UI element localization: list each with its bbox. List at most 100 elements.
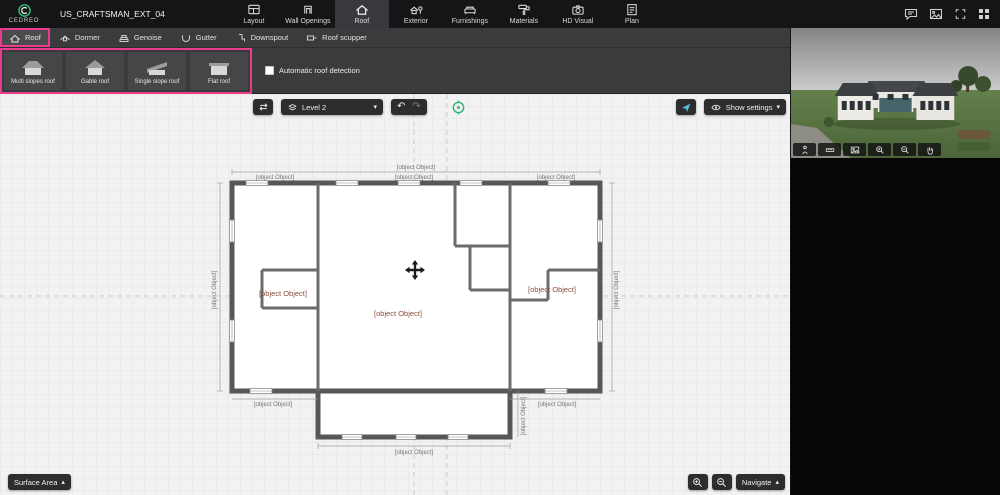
roof-type-label: Flat roof xyxy=(207,79,230,85)
brand-name: CEDREO xyxy=(8,18,40,24)
image-icon xyxy=(929,8,943,20)
ribbon-tab-roof[interactable]: Roof xyxy=(0,28,50,47)
nav-tab-roof[interactable]: Roof xyxy=(334,0,389,28)
exterior-icon xyxy=(409,6,423,15)
roof-type-multi-slopes-button[interactable]: Multi slopes roof xyxy=(4,51,62,90)
nav-tab-layout[interactable]: Layout xyxy=(227,0,281,28)
pan-button[interactable] xyxy=(918,143,941,156)
measure-button[interactable] xyxy=(818,143,841,156)
roof-type-label: Multi slopes roof xyxy=(11,79,55,85)
navigate-dropdown[interactable]: Navigate ▴ xyxy=(735,474,785,490)
canvas-bottom-left: Surface Area ▴ xyxy=(8,472,71,490)
roof-type-gable-button[interactable]: Gable roof xyxy=(66,51,124,90)
area-label: [object Object] xyxy=(528,285,576,294)
nav-tab-exterior[interactable]: Exterior xyxy=(389,0,443,28)
zoom-in-button[interactable] xyxy=(687,474,708,490)
ribbon-tab-gutter[interactable]: Gutter xyxy=(171,28,226,47)
nav-label: Wall Openings xyxy=(285,18,331,25)
viewport-zoom-out-button[interactable] xyxy=(893,143,916,156)
floor-plan[interactable]: [object Object] [object Object] [object … xyxy=(0,94,790,495)
project-name[interactable]: US_CRAFTSMAN_EXT_04 xyxy=(60,9,165,19)
plan-canvas[interactable]: [object Object] [object Object] [object … xyxy=(0,94,790,495)
roof-icon xyxy=(355,5,368,15)
main-nav: Layout Wall Openings Roof Exterior Furni… xyxy=(227,0,659,28)
ribbon-tab-label: Downspout xyxy=(250,33,289,42)
viewport-toolbar xyxy=(793,143,941,156)
dim-label: [object Object] xyxy=(395,175,434,181)
nav-tab-materials[interactable]: Materials xyxy=(497,0,551,28)
level-selector[interactable]: Level 2 ▾ xyxy=(281,99,383,115)
chevron-up-icon: ▴ xyxy=(775,478,779,486)
flat-roof-icon xyxy=(209,63,229,75)
ribbon-tab-label: Dormer xyxy=(74,33,100,42)
multi-slopes-roof-icon xyxy=(22,61,44,75)
roof-type-flat-button[interactable]: Flat roof xyxy=(190,51,248,90)
ribbon-tab-roof-scupper[interactable]: Roof scupper xyxy=(297,28,376,47)
nav-tab-furnishings[interactable]: Furnishings xyxy=(443,0,497,28)
nav-label: Plan xyxy=(624,18,639,25)
zoom-in-icon xyxy=(693,477,703,487)
checkbox[interactable] xyxy=(265,66,274,75)
show-settings-label: Show settings xyxy=(725,102,773,112)
dim-label: [object Object] xyxy=(212,270,218,309)
cedreo-logo[interactable]: CEDREO xyxy=(0,0,48,28)
fullscreen-button[interactable] xyxy=(954,8,967,20)
nav-label: Layout xyxy=(243,18,265,25)
app-window: CEDREO US_CRAFTSMAN_EXT_04 Layout Wall O… xyxy=(0,0,1000,495)
automatic-roof-detection-toggle[interactable]: Automatic roof detection xyxy=(265,66,360,75)
walk-mode-button[interactable] xyxy=(793,143,816,156)
chevron-down-icon: ▾ xyxy=(776,103,780,111)
redo-icon[interactable]: ↷ xyxy=(412,102,420,112)
cedreo-logo-icon xyxy=(17,4,31,17)
ribbon-tab-downspout[interactable]: Downspout xyxy=(226,28,298,47)
zoom-out-icon xyxy=(900,145,909,154)
level-value: Level 2 xyxy=(302,102,327,112)
zoom-out-button[interactable] xyxy=(711,474,732,490)
nav-tab-hd-visual[interactable]: HD Visual xyxy=(551,0,605,28)
undo-redo-group[interactable]: ↶ ↷ xyxy=(391,99,427,115)
dim-label: [object Object] xyxy=(537,175,576,181)
checkbox-label: Automatic roof detection xyxy=(279,66,360,75)
materials-icon xyxy=(518,4,530,15)
camera-viewpoint-button[interactable] xyxy=(675,99,696,115)
wall-openings-icon xyxy=(304,5,312,14)
roof-tool-row: Multi slopes roof Gable roof Single slop… xyxy=(0,47,790,94)
roof-type-single-slope-button[interactable]: Single slope roof xyxy=(128,51,186,90)
viewport-zoom-in-button[interactable] xyxy=(868,143,891,156)
grid-menu-icon xyxy=(979,9,989,19)
undo-icon[interactable]: ↶ xyxy=(397,102,405,112)
gutter-icon xyxy=(181,35,190,42)
area-label: [object Object] xyxy=(374,309,422,318)
ribbon-tab-genoise[interactable]: Genoise xyxy=(109,28,171,47)
screenshot-button[interactable] xyxy=(929,8,943,20)
show-settings-dropdown[interactable]: Show settings ▾ xyxy=(703,99,786,115)
ribbon-tab-dormer[interactable]: Dormer xyxy=(50,28,109,47)
snapshot-button[interactable] xyxy=(843,143,866,156)
roof-type-label: Gable roof xyxy=(80,79,110,85)
surface-area-button[interactable]: Surface Area ▴ xyxy=(8,474,71,490)
dim-label: [object Object] xyxy=(521,396,527,435)
3d-preview-viewport[interactable] xyxy=(791,28,1000,158)
furnishings-icon xyxy=(464,6,476,15)
chat-button[interactable] xyxy=(904,8,918,20)
nav-tab-wall-openings[interactable]: Wall Openings xyxy=(281,0,335,28)
ruler-icon xyxy=(825,147,834,152)
roof-tab-icon xyxy=(10,34,20,42)
ribbon-tab-label: Genoise xyxy=(133,33,162,42)
roof-type-group: Multi slopes roof Gable roof Single slop… xyxy=(0,47,252,94)
chat-bubble-icon xyxy=(904,8,918,20)
photo-icon xyxy=(850,146,859,153)
single-slope-roof-icon xyxy=(147,62,167,75)
chevron-up-icon: ▴ xyxy=(61,478,65,486)
layers-icon xyxy=(288,104,297,111)
person-icon xyxy=(801,145,808,154)
top-bar: CEDREO US_CRAFTSMAN_EXT_04 Layout Wall O… xyxy=(0,0,1000,28)
compass-target-button[interactable] xyxy=(451,99,466,115)
nav-tab-plan[interactable]: Plan xyxy=(605,0,659,28)
dim-label: [object Object] xyxy=(256,175,295,181)
nav-label: Exterior xyxy=(403,18,428,25)
navigate-label: Navigate xyxy=(741,477,772,487)
apps-menu-button[interactable] xyxy=(978,8,990,20)
zoom-out-icon xyxy=(717,477,727,487)
swap-level-button[interactable] xyxy=(253,99,273,115)
